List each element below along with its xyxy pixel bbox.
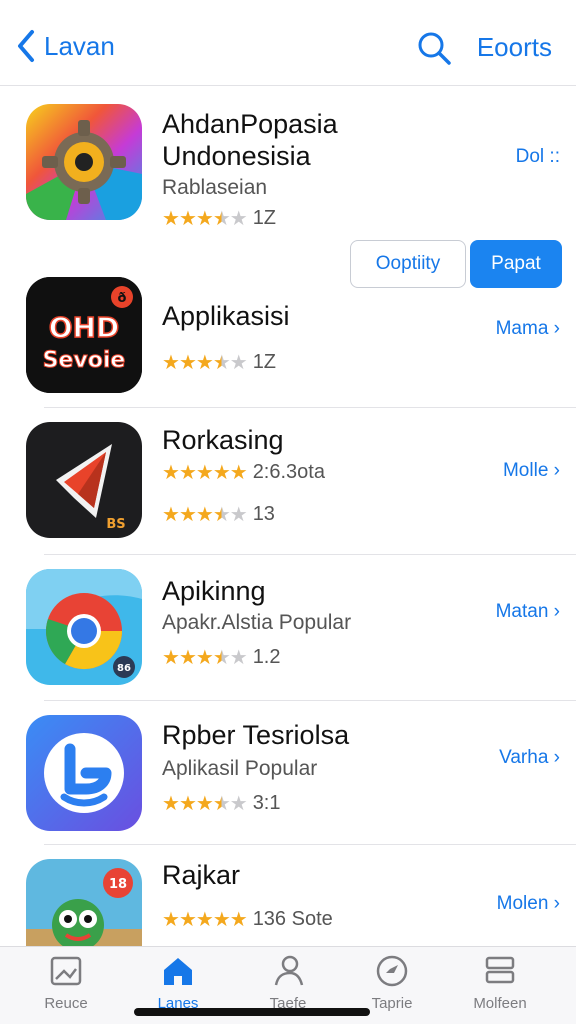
rating-count: 1Z — [252, 207, 277, 229]
star-rating-icon: ★★★★★ — [162, 462, 248, 484]
action-link[interactable]: Matan › — [496, 601, 560, 623]
search-person-icon — [274, 955, 304, 986]
action-link[interactable]: Molle › — [503, 460, 560, 482]
rating-count: 1Z — [252, 351, 277, 373]
star-rating-icon: ★★★★★ — [162, 909, 248, 931]
app-icon-4: 86 — [26, 569, 142, 685]
icon-badge-text: 18 — [109, 877, 127, 892]
star-rating-icon: ★★★★★ — [162, 793, 248, 815]
app-icon-2: ð OHD Sevoie — [26, 277, 142, 393]
icon-badge-text: ð — [118, 291, 127, 306]
icon-badge-text: 86 — [117, 663, 131, 674]
app-subtitle: Aplikasil Popular — [162, 757, 318, 780]
rating: ★★★★★ 13 — [162, 502, 275, 527]
app-icon-5 — [26, 715, 142, 831]
tab-label: Molfeen — [473, 995, 527, 1012]
compass-icon — [376, 955, 408, 987]
list-item[interactable]: Rpber Tesriolsa Aplikasil Popular ★★★★★ … — [0, 701, 576, 845]
list-item[interactable]: ð OHD Sevoie Applikasisi ★★★★★ 1Z Mama › — [0, 274, 576, 408]
list-item[interactable]: 86 Apikinng Apakr.Alstia Popular ★★★★★ 1… — [0, 555, 576, 701]
rating-primary: ★★★★★ 2:6.3ota — [162, 460, 325, 485]
action-link[interactable]: Molen › — [497, 893, 560, 915]
navigation-bar: Lavan Eoorts — [0, 0, 576, 86]
rating: ★★★★★ 136 Sote — [162, 907, 333, 932]
back-button[interactable]: Lavan — [14, 28, 115, 64]
rating-count: 13 — [252, 503, 275, 525]
app-title: Rajkar — [162, 860, 241, 890]
rating-count: 2:6.3ota — [252, 461, 325, 483]
home-indicator — [134, 1008, 370, 1016]
tab-reuce[interactable]: Reuce — [16, 953, 116, 1023]
star-rating-icon: ★★★★★ — [162, 647, 248, 669]
rating-count: 3:1 — [252, 792, 281, 814]
rating: ★★★★★ 1.2 — [162, 645, 281, 670]
star-rating-icon: ★★★★★ — [162, 352, 248, 374]
list-item[interactable]: BS Rorkasing ★★★★★ 2:6.3ota ★★★★★ 13 Mol… — [0, 408, 576, 555]
chevron-left-icon — [18, 30, 34, 62]
app-title: Applikasisi — [162, 301, 290, 331]
app-title: Apikinng — [162, 576, 266, 606]
star-rating-icon: ★★★★★ — [162, 504, 248, 526]
action-link[interactable]: Varha › — [499, 747, 560, 769]
square-icon — [50, 956, 82, 986]
app-title: Rpber Tesriolsa — [162, 720, 350, 750]
star-rating-icon: ★★★★★ — [162, 208, 248, 230]
icon-text-2: Sevoie — [43, 348, 126, 373]
app-title-line1: AhdanPopasia — [162, 109, 338, 139]
app-title-line2: Undonesisia — [162, 141, 311, 171]
app-subtitle: Rablaseian — [162, 176, 268, 199]
tab-molfeen[interactable]: Molfeen — [450, 953, 550, 1023]
app-title: Rorkasing — [162, 425, 284, 455]
rating-count: 1.2 — [252, 646, 281, 668]
app-icon-3: BS — [26, 422, 142, 538]
icon-badge-text: BS — [106, 517, 125, 532]
layers-icon — [485, 956, 515, 984]
nav-right-button[interactable]: Eoorts — [477, 32, 552, 63]
list-item[interactable]: 18 Rajkar ★★★★★ 136 Sote Molen › — [0, 845, 576, 975]
tab-label: Reuce — [44, 995, 88, 1012]
house-icon — [164, 958, 192, 985]
back-label: Lavan — [44, 30, 115, 61]
rating-count: 136 Sote — [252, 908, 333, 930]
search-icon[interactable] — [416, 30, 452, 66]
rating: ★★★★★ 3:1 — [162, 791, 281, 816]
rating: ★★★★★ 1Z — [162, 350, 276, 375]
tab-label: Taprie — [371, 995, 413, 1012]
rating: ★★★★★ 1Z — [162, 206, 276, 231]
action-link[interactable]: Dol :: — [516, 146, 560, 168]
app-subtitle: Apakr.Alstia Popular — [162, 611, 352, 634]
action-link[interactable]: Mama › — [496, 318, 560, 340]
app-icon-1 — [26, 104, 142, 220]
icon-text-1: OHD — [49, 311, 119, 344]
